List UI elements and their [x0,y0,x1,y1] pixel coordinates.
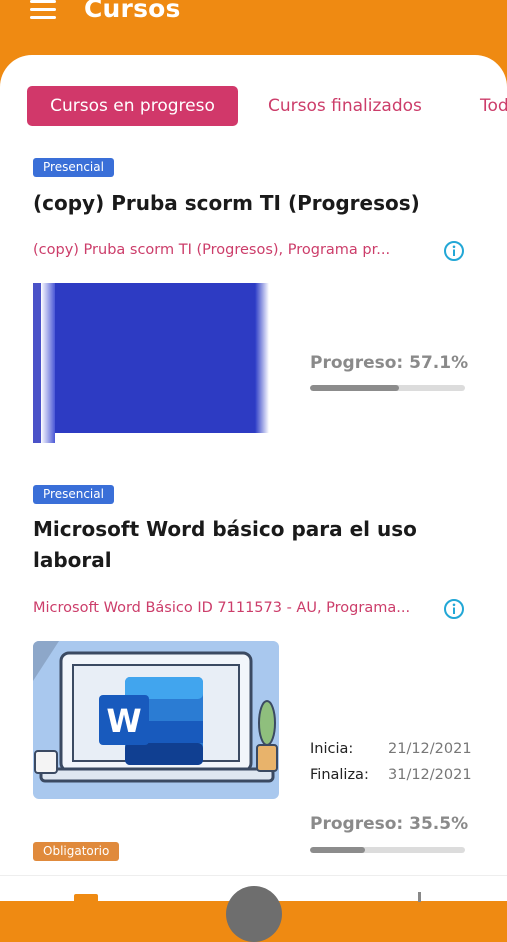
course-thumbnail[interactable] [33,283,273,443]
course-title[interactable]: Microsoft Word básico para el uso labora… [33,514,433,576]
progress-bar [310,385,465,391]
bottom-navigation [0,875,507,942]
course-badge: Obligatorio [33,842,120,861]
svg-text:W: W [106,702,141,740]
progress-fill [310,847,366,853]
start-date-row: Inicia: 21/12/2021 [310,741,472,757]
course-subtitle: Microsoft Word Básico ID 7111573 - AU, P… [33,600,411,616]
folder-icon[interactable] [74,894,98,904]
tab-cursos-finalizados[interactable]: Cursos finalizados [268,86,422,126]
end-label: Finaliza: [310,767,369,783]
course-badge: Presencial [33,485,114,504]
course-thumbnail[interactable]: W [33,641,279,799]
page-title: Cursos [84,0,181,23]
content-sheet: Cursos en progreso Cursos finalizados To… [0,55,507,900]
progress-fill [310,385,399,391]
tab-todos[interactable]: Tod [480,86,507,126]
more-icon[interactable] [418,892,421,902]
end-date: 31/12/2021 [388,767,472,783]
progress-label: Progreso: 35.5% [310,814,469,834]
progress-bar [310,847,465,853]
info-circle-icon[interactable] [443,240,465,262]
tab-cursos-en-progreso[interactable]: Cursos en progreso [27,86,238,126]
info-circle-icon[interactable] [443,598,465,620]
start-date: 21/12/2021 [388,741,472,757]
course-badge: Presencial [33,158,114,177]
progress-label: Progreso: 57.1% [310,353,469,373]
end-date-row: Finaliza: 31/12/2021 [310,767,472,783]
tab-bar: Cursos en progreso Cursos finalizados To… [0,85,507,129]
menu-icon[interactable] [30,0,56,22]
course-subtitle: (copy) Pruba scorm TI (Progresos), Progr… [33,242,391,258]
start-label: Inicia: [310,741,354,757]
center-action-icon[interactable] [226,886,282,942]
course-title[interactable]: (copy) Pruba scorm TI (Progresos) [33,188,473,219]
